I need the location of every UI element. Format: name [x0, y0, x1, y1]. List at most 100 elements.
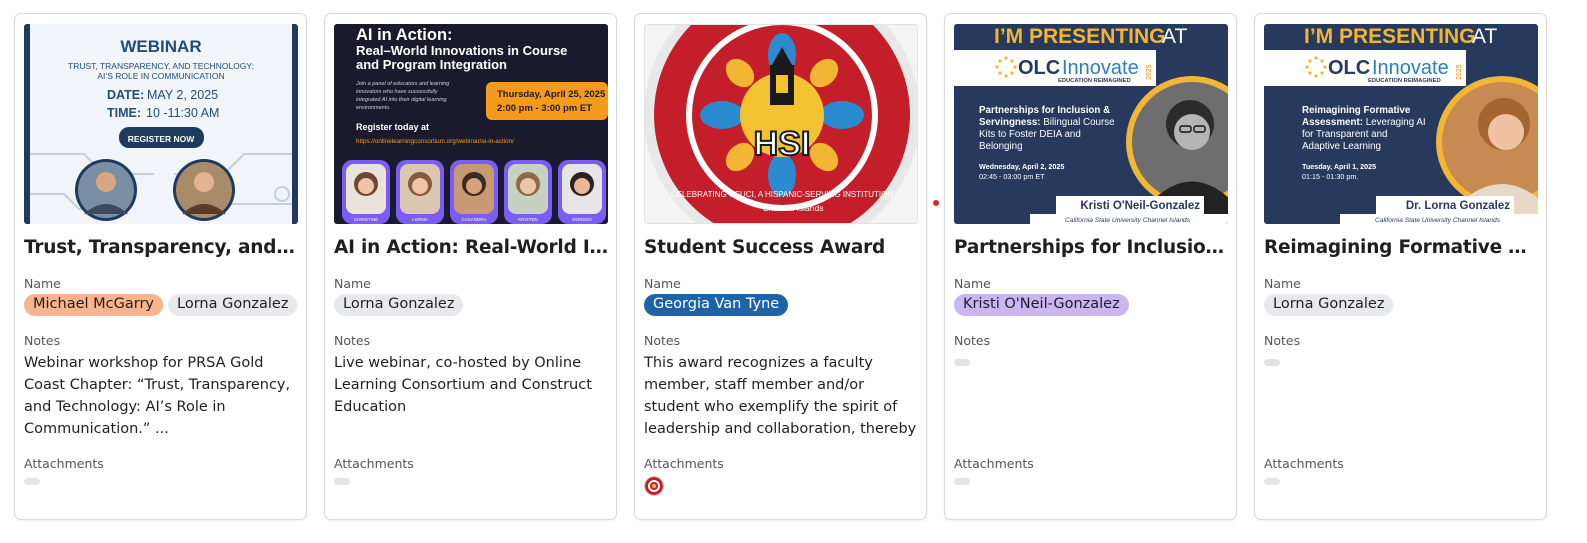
- name-field-label: Name: [1264, 276, 1301, 291]
- attachments-field-label: Attachments: [334, 456, 414, 471]
- svg-text:Reimagining Formative: Reimagining Formative: [1302, 105, 1411, 116]
- svg-text:AT: AT: [1472, 25, 1497, 48]
- card-cover-image[interactable]: AI in Action: Real–World Innovations in …: [334, 24, 608, 224]
- empty-value-placeholder: [334, 478, 350, 485]
- card-title: Partnerships for Inclusion & Servingness…: [954, 237, 1230, 258]
- notes-field-label: Notes: [24, 333, 61, 348]
- person-tag[interactable]: Michael McGarry: [24, 294, 163, 316]
- attachments-field-label: Attachments: [24, 456, 104, 471]
- name-field-label: Name: [24, 276, 61, 291]
- svg-text:2:00 pm - 3:00 pm ET: 2:00 pm - 3:00 pm ET: [497, 103, 592, 114]
- empty-value-placeholder: [954, 359, 970, 366]
- name-field-value: Michael McGarry Lorna Gonzalez: [24, 294, 298, 316]
- card-cover-image[interactable]: HSI CELEBRATING CSUCI, A HISPANIC-SERVIN…: [644, 24, 918, 224]
- cover-heading: WEBINAR: [120, 37, 201, 56]
- svg-text:Channel Islands: Channel Islands: [763, 203, 824, 213]
- person-tag[interactable]: Lorna Gonzalez: [334, 294, 464, 316]
- svg-text:Real–World Innovations in Cour: Real–World Innovations in Course: [356, 43, 567, 58]
- card-gallery: WEBINAR TRUST, TRANSPARENCY, AND TECHNOL…: [14, 13, 1547, 520]
- svg-text:CHRISTINE: CHRISTINE: [354, 217, 378, 222]
- svg-text:02:45 - 03:00 pm ET: 02:45 - 03:00 pm ET: [979, 172, 1045, 181]
- svg-text:Innovate: Innovate: [1372, 57, 1449, 79]
- svg-text:Dr. Lorna Gonzalez: Dr. Lorna Gonzalez: [1406, 200, 1510, 212]
- card-title: AI in Action: Real-World Innovations in …: [334, 237, 610, 258]
- svg-text:TIME:: TIME:: [107, 106, 141, 120]
- svg-text:Kits to Foster DEIA and: Kits to Foster DEIA and: [979, 129, 1081, 140]
- svg-text:environments.: environments.: [356, 105, 391, 111]
- svg-text:Partnerships for Inclusion &: Partnerships for Inclusion &: [979, 105, 1110, 116]
- empty-value-placeholder: [24, 478, 40, 485]
- notes-field-value: [954, 352, 1227, 440]
- svg-text:California State University Ch: California State University Channel Isla…: [1375, 217, 1501, 224]
- svg-text:OLC: OLC: [1328, 57, 1370, 79]
- svg-text:2025: 2025: [1146, 64, 1153, 80]
- attachments-field-value: [954, 478, 1227, 500]
- person-tag[interactable]: Lorna Gonzalez: [168, 294, 298, 316]
- svg-text:EDUCATION REIMAGINED: EDUCATION REIMAGINED: [1058, 78, 1131, 84]
- svg-text:CASANDRA: CASANDRA: [461, 217, 486, 222]
- card-cover-image[interactable]: I’M PRESENTING AT OLC Innovate EDUCATION…: [1264, 24, 1538, 224]
- empty-value-placeholder: [954, 478, 970, 485]
- notes-field-label: Notes: [954, 333, 991, 348]
- gallery-card[interactable]: I’M PRESENTING AT OLC Innovate EDUCATION…: [1254, 13, 1547, 520]
- gallery-card[interactable]: AI in Action: Real–World Innovations in …: [324, 13, 617, 520]
- card-cover-image[interactable]: I’M PRESENTING AT OLC Innovate EDUCATION…: [954, 24, 1228, 224]
- card-title: Student Success Award: [644, 237, 886, 258]
- svg-text:10 -11:30 AM: 10 -11:30 AM: [146, 106, 219, 120]
- name-field-value: Kristi O'Neil-Gonzalez: [954, 294, 1227, 316]
- svg-text:REGISTER NOW: REGISTER NOW: [128, 134, 196, 144]
- svg-text:I’M PRESENTING: I’M PRESENTING: [994, 25, 1166, 48]
- svg-text:Register today at: Register today at: [356, 122, 429, 132]
- attachments-field-value: [1264, 478, 1537, 500]
- svg-text:DATE:: DATE:: [107, 88, 144, 102]
- card-title: Trust, Transparency, and Technology: AI'…: [24, 237, 300, 258]
- gallery-card[interactable]: WEBINAR TRUST, TRANSPARENCY, AND TECHNOL…: [14, 13, 307, 520]
- svg-text:CELEBRATING CSUCI, A HISPANIC-: CELEBRATING CSUCI, A HISPANIC-SERVING IN…: [671, 190, 893, 199]
- svg-text:MAY 2, 2025: MAY 2, 2025: [147, 88, 218, 102]
- svg-text:AI in Action:: AI in Action:: [356, 26, 453, 44]
- attachments-field-label: Attachments: [954, 456, 1034, 471]
- gallery-card[interactable]: HSI CELEBRATING CSUCI, A HISPANIC-SERVIN…: [634, 13, 927, 520]
- svg-text:Tuesday, April 1, 2025: Tuesday, April 1, 2025: [1302, 162, 1376, 171]
- svg-text:Innovate: Innovate: [1062, 57, 1139, 79]
- cursor-indicator-dot: [933, 200, 939, 206]
- svg-text:OLC: OLC: [1018, 57, 1060, 79]
- notes-field-value: Live webinar, co-hosted by Online Learni…: [334, 355, 592, 415]
- svg-text:2025: 2025: [1456, 64, 1463, 80]
- empty-value-placeholder: [1264, 359, 1280, 366]
- card-title: Reimagining Formative Assessment: Levera…: [1264, 237, 1540, 258]
- attachments-field-value: [644, 476, 917, 498]
- svg-text:EDUCATION REIMAGINED: EDUCATION REIMAGINED: [1368, 78, 1441, 84]
- svg-text:DOREEN: DOREEN: [572, 217, 591, 222]
- notes-field-label: Notes: [1264, 333, 1301, 348]
- notes-field-label: Notes: [644, 333, 681, 348]
- gallery-card[interactable]: I’M PRESENTING AT OLC Innovate EDUCATION…: [944, 13, 1237, 520]
- svg-text:Servingness: Bilingual Course: Servingness: Bilingual Course: [979, 117, 1115, 128]
- svg-text:and Program Integration: and Program Integration: [356, 57, 507, 72]
- notes-field-label: Notes: [334, 333, 371, 348]
- svg-text:Thursday, April 25, 2025: Thursday, April 25, 2025: [497, 89, 606, 100]
- person-tag[interactable]: Lorna Gonzalez: [1264, 294, 1394, 316]
- notes-field-value: Webinar workshop for PRSA Gold Coast Cha…: [24, 355, 291, 437]
- person-tag[interactable]: Georgia Van Tyne: [644, 294, 789, 316]
- name-field-label: Name: [334, 276, 371, 291]
- svg-text:Assessment: Leveraging AI: Assessment: Leveraging AI: [1302, 117, 1426, 128]
- person-tag[interactable]: Kristi O'Neil-Gonzalez: [954, 294, 1129, 316]
- card-cover-image[interactable]: WEBINAR TRUST, TRANSPARENCY, AND TECHNOL…: [24, 24, 298, 224]
- svg-text:https://onlinelearningconsorti: https://onlinelearningconsortium.org/web…: [356, 138, 514, 145]
- name-field-value: Lorna Gonzalez: [334, 294, 607, 316]
- attachment-thumbnail[interactable]: [644, 476, 664, 496]
- svg-text:LORNA: LORNA: [412, 217, 428, 222]
- svg-text:Join a panel of educators and: Join a panel of educators and learning: [355, 81, 450, 87]
- svg-text:01:15 - 01:30 pm.: 01:15 - 01:30 pm.: [1302, 172, 1358, 181]
- svg-text:AT: AT: [1162, 25, 1187, 48]
- svg-text:KRISTEN: KRISTEN: [518, 217, 538, 222]
- name-field-label: Name: [954, 276, 991, 291]
- svg-text:TRUST, TRANSPARENCY, AND TECHN: TRUST, TRANSPARENCY, AND TECHNOLOGY:: [68, 61, 254, 71]
- notes-field-value: [1264, 352, 1537, 440]
- svg-text:Adaptive Learning: Adaptive Learning: [1302, 141, 1381, 152]
- svg-text:I’M PRESENTING: I’M PRESENTING: [1304, 25, 1476, 48]
- attachments-field-label: Attachments: [644, 456, 724, 471]
- svg-text:for Transparent and: for Transparent and: [1302, 129, 1388, 140]
- attachments-field-label: Attachments: [1264, 456, 1344, 471]
